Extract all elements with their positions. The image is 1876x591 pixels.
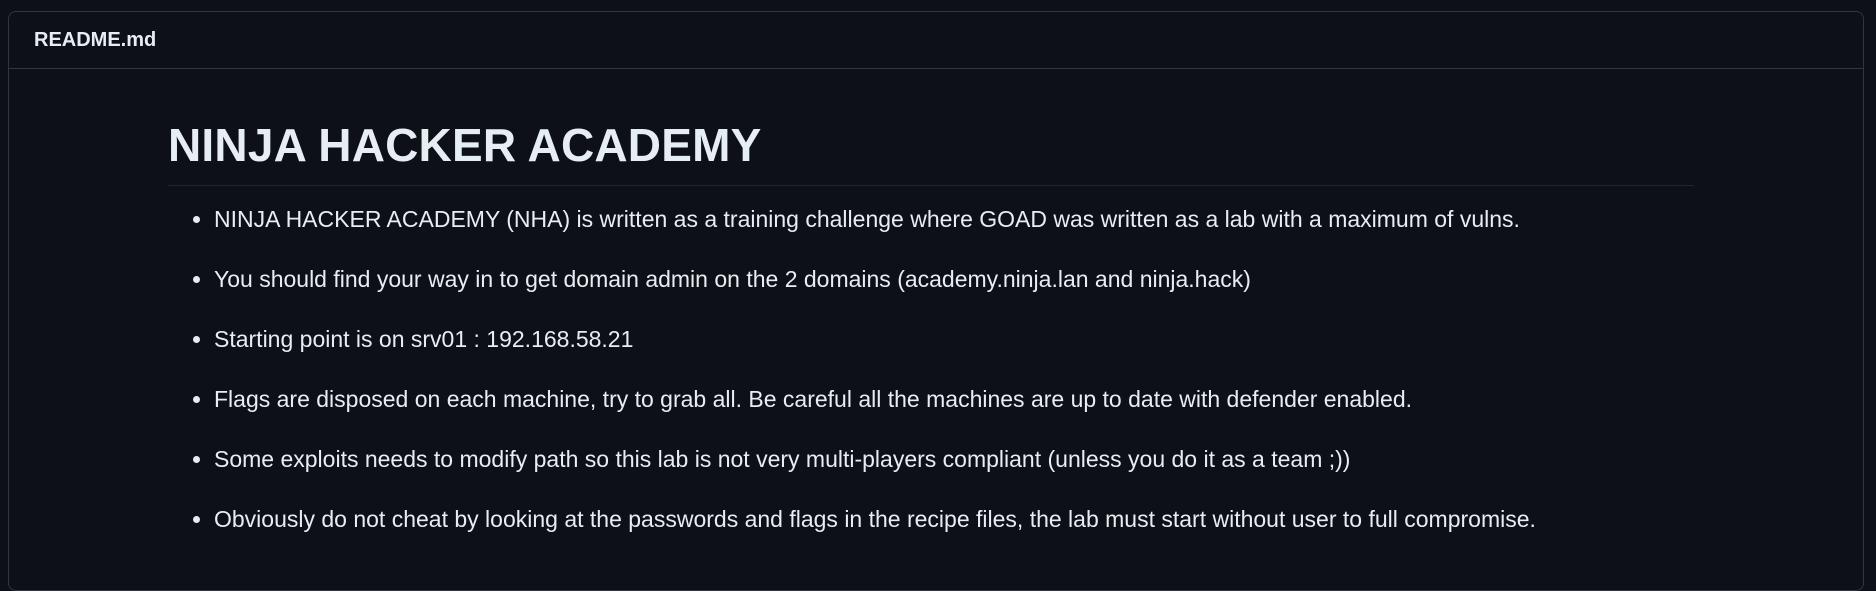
readme-body: NINJA HACKER ACADEMY NINJA HACKER ACADEM…: [168, 58, 1694, 562]
list-item: NINJA HACKER ACADEMY (NHA) is written as…: [214, 202, 1694, 236]
readme-filename-link[interactable]: README.md: [34, 29, 156, 52]
list-item: Flags are disposed on each machine, try …: [214, 382, 1694, 416]
readme-bullet-list: NINJA HACKER ACADEMY (NHA) is written as…: [168, 202, 1694, 536]
list-item: Starting point is on srv01 : 192.168.58.…: [214, 322, 1694, 356]
list-item: Some exploits needs to modify path so th…: [214, 442, 1694, 476]
readme-title: NINJA HACKER ACADEMY: [168, 120, 1694, 186]
list-item: You should find your way in to get domai…: [214, 262, 1694, 296]
list-item: Obviously do not cheat by looking at the…: [214, 502, 1694, 536]
